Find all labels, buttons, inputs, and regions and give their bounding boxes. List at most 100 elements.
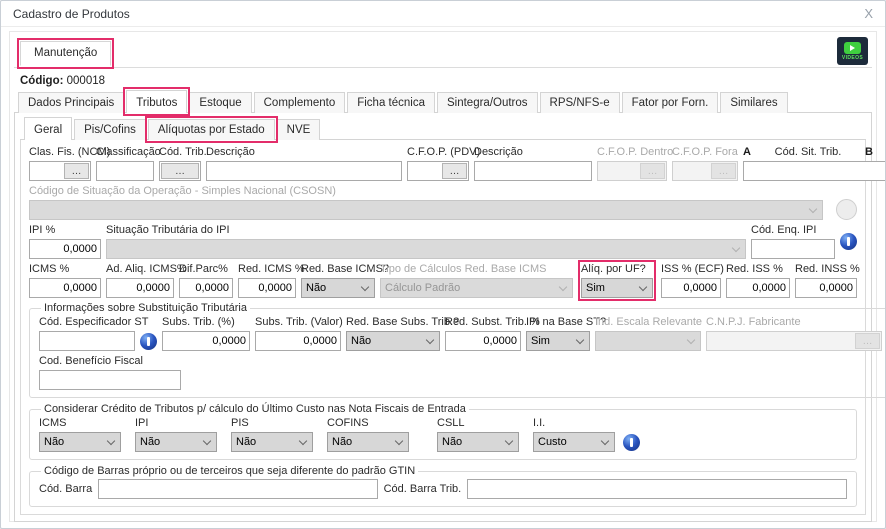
credito-icms-label: ICMS bbox=[39, 417, 67, 429]
row-classificacao: Clas. Fis. (NCM) … Classificação Cód. Tr… bbox=[29, 146, 885, 181]
icms-input[interactable] bbox=[29, 278, 101, 298]
credito-pis-label: PIS bbox=[231, 417, 249, 429]
red-base-subs-trib-select[interactable]: Não bbox=[346, 331, 440, 351]
tab-estoque[interactable]: Estoque bbox=[189, 92, 252, 113]
ipi-na-base-st-select[interactable]: Sim bbox=[526, 331, 590, 351]
red-iss-label: Red. ISS % bbox=[726, 263, 783, 275]
cod-enq-ipi-info-icon[interactable] bbox=[840, 232, 857, 250]
cfop-pdv-lookup-button[interactable]: … bbox=[442, 163, 467, 179]
cnpj-fabricante-input bbox=[708, 333, 854, 349]
tab-nve[interactable]: NVE bbox=[276, 119, 321, 140]
aliq-por-uf-select[interactable]: Sim bbox=[581, 278, 653, 298]
red-base-icms-select[interactable]: Não bbox=[301, 278, 375, 298]
cfop-dentro-label: C.F.O.P. Dentro bbox=[597, 146, 674, 158]
red-inss-label: Red. INSS % bbox=[795, 263, 860, 275]
field-cfop-pdv: C.F.O.P. (PDV) … bbox=[407, 146, 481, 181]
cfop-fora-label: C.F.O.P. Fora bbox=[672, 146, 738, 158]
field-subs-trib-valor: Subs. Trib. (Valor) bbox=[255, 316, 343, 351]
sit-trib-ipi-select bbox=[106, 239, 746, 259]
cod-barra-input[interactable] bbox=[98, 479, 378, 499]
ncm-input[interactable] bbox=[31, 163, 63, 179]
row-substituicao: Cód. Especificador ST Subs. Trib. (%) Su… bbox=[39, 316, 882, 351]
subs-trib-valor-input[interactable] bbox=[255, 331, 341, 351]
cfop-pdv-label: C.F.O.P. (PDV) bbox=[407, 146, 481, 158]
cod-barra-trib-input[interactable] bbox=[467, 479, 847, 499]
red-iss-input[interactable] bbox=[726, 278, 790, 298]
cod-sit-trib-a-input[interactable] bbox=[745, 163, 885, 179]
credito-pis-select[interactable]: Não bbox=[231, 432, 313, 452]
col-b-label: B bbox=[865, 146, 873, 158]
credito-tributos-group: Considerar Crédito de Tributos p/ cálcul… bbox=[29, 403, 857, 460]
tab-geral[interactable]: Geral bbox=[24, 117, 73, 140]
codigo-barras-group: Código de Barras próprio ou de terceiros… bbox=[29, 465, 857, 507]
chevron-down-icon bbox=[425, 335, 435, 344]
tab-dados-principais[interactable]: Dados Principais bbox=[18, 92, 125, 113]
csosn-select bbox=[29, 200, 823, 220]
field-cfop-dentro: C.F.O.P. Dentro … bbox=[597, 146, 674, 181]
descricao-input[interactable] bbox=[206, 161, 402, 181]
field-red-base-icms: Red. Base ICMS? Não bbox=[301, 263, 389, 298]
tipo-calculos-label: Tipo de Cálculos Red. Base ICMS bbox=[380, 263, 547, 275]
row-cod-barra: Cód. Barra Cód. Barra Trib. bbox=[39, 479, 847, 499]
red-subst-trib-input[interactable] bbox=[445, 331, 521, 351]
chevron-down-icon bbox=[558, 282, 568, 291]
cod-enq-ipi-input[interactable] bbox=[751, 239, 835, 259]
classificacao-input[interactable] bbox=[96, 161, 154, 181]
cfop-pdv-input[interactable] bbox=[409, 163, 441, 179]
tab-complemento[interactable]: Complemento bbox=[253, 92, 346, 113]
chevron-down-icon bbox=[575, 335, 585, 344]
field-descricao: Descrição bbox=[206, 146, 402, 181]
cod-especificador-info-icon[interactable] bbox=[140, 333, 157, 350]
cod-especificador-st-input[interactable] bbox=[39, 331, 135, 351]
tab-sintegra-outros[interactable]: Sintegra/Outros bbox=[436, 92, 538, 113]
chevron-down-icon bbox=[202, 436, 212, 445]
cnpj-fabricante-label: C.N.P.J. Fabricante bbox=[706, 316, 801, 328]
geral-subpage: Clas. Fis. (NCM) … Classificação Cód. Tr… bbox=[20, 140, 885, 515]
red-base-subs-trib-label: Red. Base Subs. Trib.? bbox=[346, 316, 460, 328]
cod-barra-label: Cód. Barra bbox=[39, 483, 93, 495]
chevron-down-icon bbox=[394, 436, 404, 445]
cod-beneficio-fiscal-input[interactable] bbox=[39, 370, 181, 390]
red-icms-input[interactable] bbox=[238, 278, 296, 298]
ipi-input[interactable] bbox=[29, 239, 101, 259]
play-icon bbox=[844, 41, 861, 54]
footer-bar: Gravar Cancelar bbox=[14, 522, 872, 528]
credito-csll-select[interactable]: Não bbox=[437, 432, 519, 452]
iss-input[interactable] bbox=[661, 278, 721, 298]
field-aliq-por-uf: Alíq. por UF? Sim bbox=[578, 260, 656, 301]
ind-escala-relevante-label: Ind. Escala Relevante bbox=[595, 316, 703, 328]
credito-ipi-select[interactable]: Não bbox=[135, 432, 217, 452]
field-red-base-subs-trib: Red. Base Subs. Trib.? Não bbox=[346, 316, 460, 351]
codigo-value: 000018 bbox=[66, 75, 106, 87]
tab-ficha-tecnica[interactable]: Ficha técnica bbox=[347, 92, 435, 113]
chevron-down-icon bbox=[731, 243, 741, 252]
credito-ii-select[interactable]: Custo bbox=[533, 432, 615, 452]
chevron-down-icon bbox=[638, 282, 648, 291]
dif-parc-input[interactable] bbox=[179, 278, 233, 298]
descricao2-input[interactable] bbox=[474, 161, 592, 181]
ad-aliq-icms-input[interactable] bbox=[106, 278, 174, 298]
window-title: Cadastro de Produtos bbox=[13, 6, 130, 21]
csosn-label: Código de Situação da Operação - Simples… bbox=[29, 185, 336, 197]
cfop-dentro-lookup-button: … bbox=[640, 163, 665, 179]
tab-manutencao[interactable]: Manutenção bbox=[16, 38, 115, 69]
ind-escala-relevante-select bbox=[595, 331, 701, 351]
ncm-lookup-button[interactable]: … bbox=[64, 163, 89, 179]
tab-fator-por-forn[interactable]: Fator por Forn. bbox=[621, 92, 719, 113]
credito-icms-select[interactable]: Não bbox=[39, 432, 121, 452]
cod-trib-lookup-button[interactable]: … bbox=[161, 163, 199, 179]
tab-similares[interactable]: Similares bbox=[720, 92, 788, 113]
red-inss-input[interactable] bbox=[795, 278, 857, 298]
tab-rps-nfse[interactable]: RPS/NFS-e bbox=[539, 92, 620, 113]
field-ipi: IPI % bbox=[29, 224, 101, 259]
tab-aliquotas-por-estado[interactable]: Alíquotas por Estado bbox=[144, 116, 278, 143]
credito-cofins-select[interactable]: Não bbox=[327, 432, 409, 452]
videos-button[interactable]: VIDEOS bbox=[837, 37, 868, 65]
tab-tributos[interactable]: Tributos bbox=[123, 87, 191, 116]
credito-ii-info-icon[interactable] bbox=[623, 434, 640, 451]
close-icon[interactable]: X bbox=[864, 7, 873, 20]
cfop-dentro-input bbox=[599, 163, 639, 179]
tab-pis-cofins[interactable]: Pis/Cofins bbox=[74, 119, 146, 140]
field-red-inss: Red. INSS % bbox=[795, 263, 860, 298]
subs-trib-pct-input[interactable] bbox=[162, 331, 250, 351]
